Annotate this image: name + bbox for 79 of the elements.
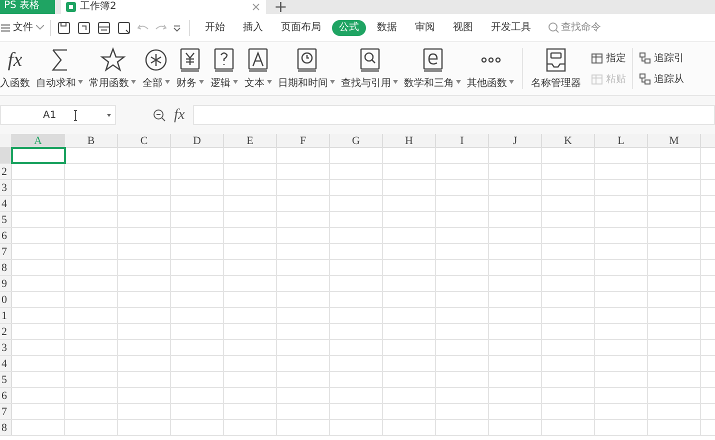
function-label[interactable]: fx (174, 104, 185, 126)
function-button[interactable]: 财务 (176, 46, 204, 91)
dropdown-arrow-icon[interactable] (107, 114, 111, 116)
row-header[interactable]: 7 (0, 404, 12, 419)
row-header[interactable]: 3 (0, 180, 12, 195)
row-header[interactable]: 1 (0, 308, 12, 323)
row-header[interactable]: 5 (0, 372, 12, 387)
menu-icon (1, 24, 10, 32)
name-box[interactable]: A1 (0, 105, 116, 125)
row-header[interactable]: 7 (0, 244, 12, 259)
dots-icon (480, 57, 500, 63)
column-header[interactable]: G (330, 134, 383, 147)
active-cell[interactable] (12, 148, 65, 163)
document-tab[interactable]: 工作簿2 (61, 0, 266, 14)
column-header[interactable]: H (383, 134, 436, 147)
column-header[interactable]: E (224, 134, 277, 147)
table-icon (591, 52, 603, 64)
function-icon: fx (8, 46, 22, 74)
zoom-icon[interactable] (153, 108, 166, 122)
row-header[interactable]: 5 (0, 212, 12, 227)
function-button[interactable]: 逻辑 (210, 46, 238, 91)
column-header[interactable]: L (595, 134, 648, 147)
column-header[interactable]: K (542, 134, 595, 147)
column-header[interactable]: M (648, 134, 701, 147)
function-button[interactable]: fx 入函数 (0, 46, 30, 91)
trace-button[interactable]: 追踪从 (639, 72, 684, 86)
file-menu[interactable]: 文件 (0, 20, 44, 35)
chevron-down-icon (36, 25, 44, 30)
table-icon (591, 73, 603, 85)
trace-button[interactable]: 追踪引 (639, 50, 684, 66)
column-header[interactable]: I (436, 134, 489, 147)
ribbon-tab[interactable]: 开始 (198, 20, 232, 36)
row-header[interactable]: 8 (0, 420, 12, 435)
export-icon[interactable] (77, 20, 91, 34)
new-tab-button[interactable]: + (274, 0, 288, 14)
column-header[interactable]: J (489, 134, 542, 147)
close-icon[interactable] (252, 3, 260, 11)
ribbon-tab[interactable]: 数据 (370, 20, 404, 36)
ribbon-tab[interactable]: 审阅 (408, 20, 442, 36)
function-button[interactable]: 数学和三角 (404, 46, 461, 91)
ribbon-small-button[interactable]: 指定 (591, 50, 626, 66)
column-header[interactable]: D (171, 134, 224, 147)
search-icon (548, 22, 559, 33)
star-icon (98, 46, 126, 74)
column-header[interactable]: F (277, 134, 330, 147)
row-header[interactable]: 9 (0, 276, 12, 291)
print-icon[interactable] (97, 20, 111, 34)
save-icon[interactable] (57, 20, 71, 34)
row-header[interactable]: 2 (0, 164, 12, 179)
sheet-icon (66, 2, 76, 12)
row-header[interactable]: 8 (0, 260, 12, 275)
search-field[interactable]: 查找命令 (548, 20, 601, 35)
row-header[interactable]: 3 (0, 340, 12, 355)
row-header[interactable]: 6 (0, 388, 12, 403)
function-button[interactable]: 查找与引用 (341, 46, 398, 91)
row-header[interactable]: 0 (0, 292, 12, 307)
ribbon-tab[interactable]: 开发工具 (484, 20, 538, 36)
name-manager-button[interactable]: 名称管理器 (531, 42, 581, 95)
text-cursor-icon (74, 110, 78, 120)
ribbon-tab[interactable]: 插入 (236, 20, 270, 36)
row-header[interactable]: 4 (0, 356, 12, 371)
ribbon-tab[interactable]: 视图 (446, 20, 480, 36)
trace-arrow-icon (639, 73, 651, 85)
row-header[interactable]: 6 (0, 228, 12, 243)
function-button[interactable]: 全部 (142, 46, 170, 91)
function-button[interactable]: 自动求和 (36, 46, 83, 91)
ribbon-tab[interactable]: 页面布局 (274, 20, 328, 36)
function-button[interactable]: 文本 (244, 46, 272, 91)
dropdown-icon[interactable] (173, 24, 181, 32)
function-button[interactable]: 常用函数 (89, 46, 136, 91)
trace-arrow-icon (639, 52, 651, 64)
column-header[interactable]: C (118, 134, 171, 147)
function-button[interactable]: 日期和时间 (278, 46, 335, 91)
row-header[interactable]: 2 (0, 324, 12, 339)
row-header[interactable]: 4 (0, 196, 12, 211)
preview-icon[interactable] (117, 20, 131, 34)
formula-input[interactable] (192, 105, 715, 125)
function-button[interactable]: 其他函数 (467, 46, 514, 91)
column-header[interactable]: B (65, 134, 118, 147)
